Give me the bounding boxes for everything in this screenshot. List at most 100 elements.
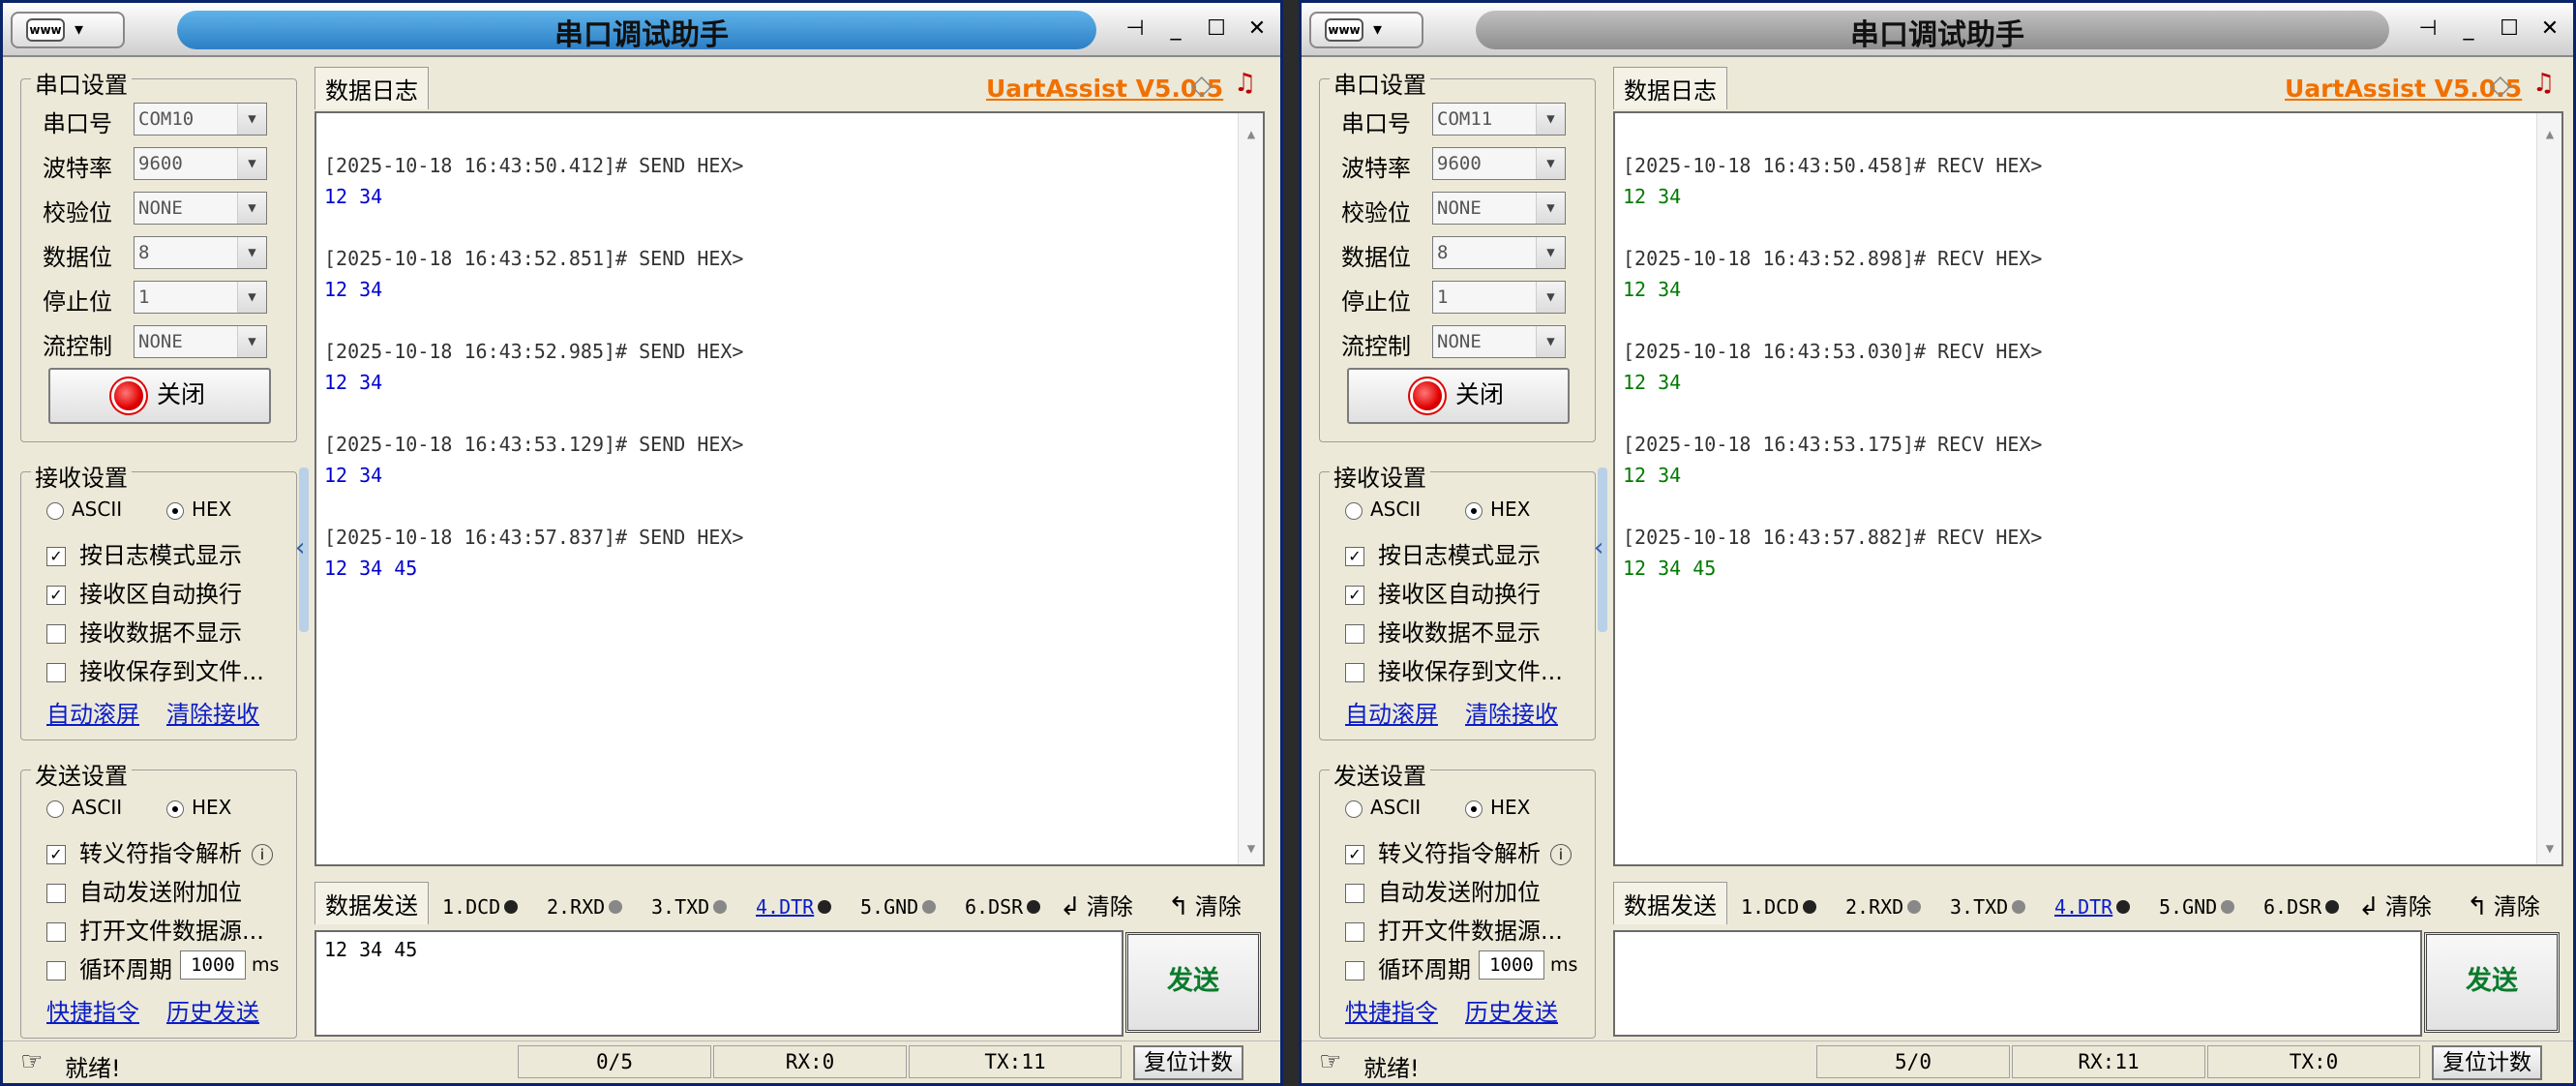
- recv-ascii-radio[interactable]: ASCII: [1345, 498, 1421, 521]
- signal-led-icon: [922, 900, 937, 914]
- log-scrollbar[interactable]: ▲ ▼: [2536, 113, 2561, 864]
- reset-count-button[interactable]: 复位计数: [2432, 1045, 2542, 1080]
- signal-3: 3.TXD: [1950, 895, 2026, 919]
- send-option-3[interactable]: 打开文件数据源...: [1345, 912, 1563, 946]
- info-icon[interactable]: i: [1550, 844, 1572, 865]
- quick-command-link[interactable]: 快捷指令: [1345, 993, 1438, 1027]
- maximize-button[interactable]: ☐: [1199, 15, 1234, 44]
- scroll-down-icon[interactable]: ▼: [1239, 833, 1263, 859]
- send-input[interactable]: [1613, 930, 2422, 1037]
- period-input[interactable]: 1000: [1479, 950, 1544, 980]
- clear-receive-link[interactable]: 清除接收: [166, 695, 259, 729]
- pin-icon[interactable]: ⊣: [2411, 15, 2445, 44]
- quick-command-link[interactable]: 快捷指令: [46, 993, 139, 1027]
- history-send-link[interactable]: 历史发送: [1465, 993, 1558, 1027]
- close-port-button[interactable]: 关闭: [48, 368, 271, 424]
- port-select[interactable]: COM11 ▼: [1432, 103, 1566, 136]
- close-window-button[interactable]: ✕: [2532, 15, 2567, 44]
- send-option-4[interactable]: 循环周期: [1345, 950, 1471, 984]
- signal-2: 2.RXD: [1845, 895, 1922, 919]
- checkbox-icon: [46, 663, 66, 682]
- send-ascii-radio[interactable]: ASCII: [46, 796, 122, 819]
- arrow-down-icon: ↲: [1060, 892, 1081, 921]
- brand-link[interactable]: UartAssist V5.0.5: [2285, 75, 2522, 103]
- clear-button-2[interactable]: ↰ 清除: [2467, 888, 2540, 921]
- scroll-up-icon[interactable]: ▲: [2537, 119, 2561, 144]
- flow-select[interactable]: NONE ▼: [134, 325, 267, 358]
- log-data: 12 34 45: [1623, 557, 1717, 580]
- stop-select[interactable]: 1 ▼: [134, 281, 267, 314]
- pin-icon[interactable]: ⊣: [1118, 15, 1153, 44]
- send-option-3[interactable]: 打开文件数据源...: [46, 912, 264, 946]
- send-option-1[interactable]: ✓ 转义符指令解析 i: [1345, 834, 1572, 868]
- send-input[interactable]: 12 34 45: [315, 930, 1123, 1037]
- send-hex-radio[interactable]: HEX: [1465, 796, 1530, 819]
- recv-option-4[interactable]: 接收保存到文件...: [1345, 652, 1563, 686]
- signal-led-icon: [1027, 900, 1041, 914]
- clear-button-1[interactable]: ↲ 清除: [2358, 888, 2432, 921]
- baud-select[interactable]: 9600 ▼: [1432, 147, 1566, 180]
- send-option-4[interactable]: 循环周期: [46, 950, 172, 984]
- chevron-down-icon: ▼: [1536, 104, 1565, 135]
- tab-data-log[interactable]: 数据日志: [315, 67, 429, 109]
- clear-receive-link[interactable]: 清除接收: [1465, 695, 1558, 729]
- clear-button-2[interactable]: ↰ 清除: [1168, 888, 1242, 921]
- reset-count-button[interactable]: 复位计数: [1133, 1045, 1243, 1080]
- close-port-button[interactable]: 关闭: [1347, 368, 1570, 424]
- bell-icon[interactable]: ♫: [1234, 69, 1256, 98]
- data-log-area[interactable]: [2025-10-18 16:43:50.458]# RECV HEX> 12 …: [1613, 111, 2563, 866]
- data-select[interactable]: 8 ▼: [1432, 236, 1566, 269]
- log-scrollbar[interactable]: ▲ ▼: [1238, 113, 1263, 864]
- send-option-2[interactable]: 自动发送附加位: [1345, 873, 1541, 907]
- history-send-link[interactable]: 历史发送: [166, 993, 259, 1027]
- chevron-left-icon[interactable]: ‹: [295, 533, 305, 562]
- diamond-icon[interactable]: ◇: [1191, 69, 1213, 101]
- parity-select[interactable]: NONE ▼: [1432, 192, 1566, 225]
- period-input[interactable]: 1000: [180, 950, 246, 980]
- baud-select[interactable]: 9600 ▼: [134, 147, 267, 180]
- stop-select[interactable]: 1 ▼: [1432, 281, 1566, 314]
- send-hex-radio[interactable]: HEX: [166, 796, 231, 819]
- flow-select[interactable]: NONE ▼: [1432, 325, 1566, 358]
- arrow-up-icon: ↰: [2467, 892, 2488, 921]
- data-log-area[interactable]: [2025-10-18 16:43:50.412]# SEND HEX> 12 …: [315, 111, 1265, 866]
- recv-option-2[interactable]: ✓ 接收区自动换行: [1345, 575, 1541, 609]
- recv-option-1[interactable]: ✓ 按日志模式显示: [46, 536, 242, 570]
- parity-select[interactable]: NONE ▼: [134, 192, 267, 225]
- chevron-left-icon[interactable]: ‹: [1594, 533, 1603, 562]
- maximize-button[interactable]: ☐: [2492, 15, 2527, 44]
- auto-scroll-link[interactable]: 自动滚屏: [46, 695, 139, 729]
- info-icon[interactable]: i: [252, 844, 273, 865]
- diamond-icon[interactable]: ◇: [2490, 69, 2511, 101]
- radio-icon: [46, 501, 64, 520]
- scroll-down-icon[interactable]: ▼: [2537, 833, 2561, 859]
- minimize-button[interactable]: _: [1158, 15, 1193, 44]
- recv-option-3[interactable]: 接收数据不显示: [1345, 614, 1541, 648]
- send-ascii-radio[interactable]: ASCII: [1345, 796, 1421, 819]
- bell-icon[interactable]: ♫: [2532, 69, 2555, 98]
- port-label: 串口号: [1341, 110, 1411, 137]
- log-data: 12 34: [324, 464, 383, 487]
- data-label: 数据位: [43, 244, 112, 271]
- send-button[interactable]: 发送: [1125, 932, 1261, 1033]
- clear-button-1[interactable]: ↲ 清除: [1060, 888, 1133, 921]
- recv-option-2[interactable]: ✓ 接收区自动换行: [46, 575, 242, 609]
- tab-data-log[interactable]: 数据日志: [1613, 67, 1727, 109]
- recv-option-3[interactable]: 接收数据不显示: [46, 614, 242, 648]
- port-select[interactable]: COM10 ▼: [134, 103, 267, 136]
- signal-3: 3.TXD: [651, 895, 728, 919]
- scroll-up-icon[interactable]: ▲: [1239, 119, 1263, 144]
- recv-ascii-radio[interactable]: ASCII: [46, 498, 122, 521]
- send-button[interactable]: 发送: [2424, 932, 2560, 1033]
- recv-hex-radio[interactable]: HEX: [166, 498, 231, 521]
- send-option-2[interactable]: 自动发送附加位: [46, 873, 242, 907]
- recv-hex-radio[interactable]: HEX: [1465, 498, 1530, 521]
- send-option-1[interactable]: ✓ 转义符指令解析 i: [46, 834, 273, 868]
- auto-scroll-link[interactable]: 自动滚屏: [1345, 695, 1438, 729]
- brand-link[interactable]: UartAssist V5.0.5: [986, 75, 1223, 103]
- data-select[interactable]: 8 ▼: [134, 236, 267, 269]
- close-window-button[interactable]: ✕: [1240, 15, 1274, 44]
- recv-option-1[interactable]: ✓ 按日志模式显示: [1345, 536, 1541, 570]
- recv-option-4[interactable]: 接收保存到文件...: [46, 652, 264, 686]
- minimize-button[interactable]: _: [2451, 15, 2486, 44]
